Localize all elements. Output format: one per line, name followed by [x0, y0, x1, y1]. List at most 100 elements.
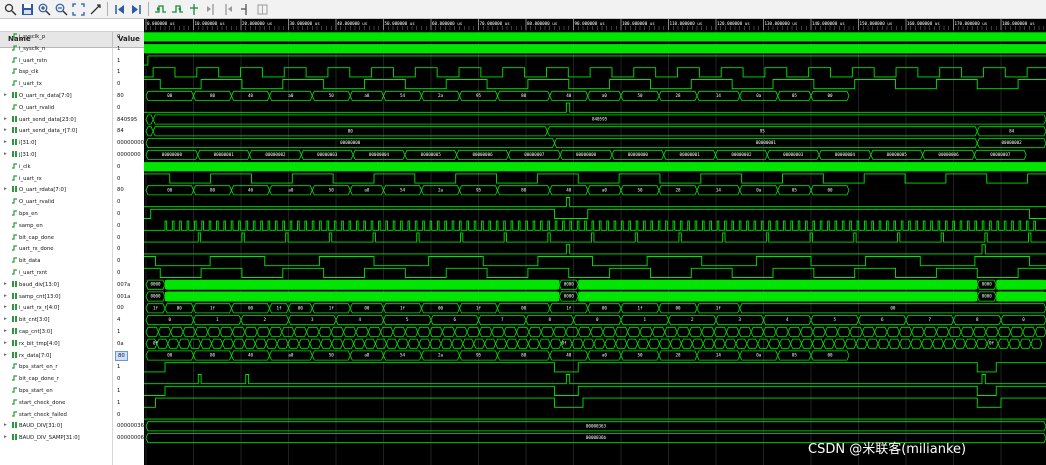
magnifier-icon[interactable]	[2, 2, 18, 17]
bus-segment	[775, 326, 789, 337]
signal-row[interactable]: ▸ i_uart_rx_r[4:0] 00	[0, 302, 144, 314]
expand-arrow-icon[interactable]: ▸	[4, 281, 7, 287]
expand-arrow-icon[interactable]: ▸	[4, 340, 7, 346]
add-marker-icon[interactable]	[186, 2, 202, 17]
signal-solid-bar	[996, 291, 1046, 302]
bus-value-label: 0000	[564, 282, 575, 287]
expand-arrow-icon[interactable]: ▸	[4, 92, 7, 98]
signal-value: 00000036	[117, 423, 144, 430]
signal-row[interactable]: bit_cap_done 0	[0, 232, 144, 244]
expand-arrow-icon[interactable]: ▸	[4, 127, 7, 133]
signal-row[interactable]: ▸ baud_div[13:0] 007a	[0, 279, 144, 291]
bus-segment	[935, 326, 950, 337]
signal-name: O_uart_rvalid	[19, 104, 55, 111]
swap-cursor-icon[interactable]	[237, 2, 253, 17]
bus-value-label: 0000	[150, 282, 161, 287]
bus-value-label: 80	[521, 187, 527, 192]
zoom-out-icon[interactable]	[53, 2, 69, 17]
signal-row[interactable]: ▸ BAUD_DIV_SAMP[31:0] 00000006	[0, 432, 144, 444]
signal-row[interactable]: ▸ cap_cnt[3:0] 1	[0, 326, 144, 338]
signal-row[interactable]: O_uart_rvalid 0	[0, 196, 144, 208]
cursor-icon[interactable]	[87, 2, 103, 17]
expand-arrow-icon[interactable]: ▸	[4, 316, 7, 322]
expand-arrow-icon[interactable]: ▸	[4, 293, 7, 299]
bus-value-label: 00000002	[731, 152, 752, 157]
prev-transition-icon[interactable]	[152, 2, 168, 17]
signal-row[interactable]: ▸ uart_send_data[23:0] 840595	[0, 114, 144, 126]
bus-value-label: 4	[786, 317, 789, 322]
signal-row[interactable]: samp_en 0	[0, 220, 144, 232]
zoom-fit-icon[interactable]	[70, 2, 86, 17]
snap-icon[interactable]	[254, 2, 270, 17]
waveform-canvas[interactable]: 0.000000 us 10.000000 us 20.000000 us 30.00…	[144, 19, 1046, 465]
bus-segment	[353, 338, 365, 349]
signal-row[interactable]: ▸ uart_send_data_r[7:0] 84	[0, 125, 144, 137]
bus-segment	[910, 338, 923, 349]
signal-row[interactable]: bit_data 0	[0, 255, 144, 267]
signal-row[interactable]: i_uart_rx 0	[0, 173, 144, 185]
signal-row[interactable]: i_uart_tx 0	[0, 78, 144, 90]
expand-arrow-icon[interactable]: ▸	[4, 139, 7, 145]
go-to-end-icon[interactable]	[128, 2, 144, 17]
signal-row[interactable]: i_uart_rxnt 0	[0, 267, 144, 279]
signal-row[interactable]: ▸ O_uart_rx_data[7:0] 80	[0, 90, 144, 102]
bus-segment	[429, 338, 442, 349]
signal-name: bit_data	[19, 258, 41, 265]
next-marker-icon[interactable]	[220, 2, 236, 17]
signal-value: 0	[117, 222, 121, 229]
bus-segment	[440, 338, 453, 349]
bus-segment	[145, 326, 159, 337]
bus-value-label: 2a	[438, 353, 444, 358]
bus-value-label: 50	[329, 187, 335, 192]
signal-row[interactable]: i_clk 0	[0, 161, 144, 173]
signal-row[interactable]: ▸ i[31:0] 00000000	[0, 137, 144, 149]
signal-row[interactable]: i_sysclk_n 1	[0, 43, 144, 55]
save-icon[interactable]	[19, 2, 35, 17]
bus-segment	[207, 326, 221, 337]
bit-signal-icon	[12, 45, 17, 51]
bit-signal-icon	[12, 410, 17, 417]
signal-row[interactable]: start_check_done 1	[0, 397, 144, 409]
signal-row[interactable]: i_sysclk_p 0	[0, 31, 144, 43]
signal-row[interactable]: bit_cap_done_r 0	[0, 373, 144, 385]
next-transition-icon[interactable]	[169, 2, 185, 17]
bus-value-label: 8	[548, 317, 551, 322]
bus-value-label: 1f	[153, 305, 159, 310]
expand-arrow-icon[interactable]: ▸	[4, 434, 7, 440]
signal-row[interactable]: ▸ j[31:0] 0000000	[0, 149, 144, 161]
signal-row[interactable]: i_uart_rstn 1	[0, 55, 144, 67]
signal-row[interactable]: start_check_failed 0	[0, 409, 144, 421]
signal-row[interactable]: bsp_clk 1	[0, 66, 144, 78]
expand-arrow-icon[interactable]: ▸	[4, 186, 7, 192]
signal-row[interactable]: bps_start_en_r 1	[0, 361, 144, 373]
signal-row[interactable]: ▸ rx_bit_tmp[4:0] 0a	[0, 338, 144, 350]
zoom-in-icon[interactable]	[36, 2, 52, 17]
signal-row[interactable]: O_uart_rvalid 0	[0, 102, 144, 114]
prev-marker-icon[interactable]	[203, 2, 219, 17]
bus-segment	[194, 326, 209, 337]
expand-arrow-icon[interactable]: ▸	[4, 151, 7, 157]
bus-segment	[244, 326, 258, 337]
signal-row[interactable]: ▸ O_uart_rdata[7:0] 80	[0, 184, 144, 196]
signal-row[interactable]: bps_en 0	[0, 208, 144, 220]
expand-arrow-icon[interactable]: ▸	[4, 328, 7, 334]
signal-row[interactable]: ▸ BAUD_DIV[31:0] 00000036	[0, 420, 144, 432]
bus-value-label: 0f	[561, 341, 567, 346]
signal-row[interactable]: uart_rx_done 0	[0, 243, 144, 255]
signal-row[interactable]: bps_start_en 1	[0, 385, 144, 397]
signal-row[interactable]: ▸ rx_data[7:0] 80	[0, 350, 144, 362]
go-to-start-icon[interactable]	[111, 2, 127, 17]
ruler-label: 170.000000 us	[955, 21, 988, 26]
bus-value-label: 1	[216, 317, 219, 322]
bus-value-label: 6	[453, 317, 456, 322]
expand-arrow-icon[interactable]: ▸	[4, 304, 7, 310]
signal-row[interactable]: ▸ samp_cnt[13:0] 001a	[0, 291, 144, 303]
bus-signal-icon	[12, 127, 17, 134]
expand-arrow-icon[interactable]: ▸	[4, 422, 7, 428]
bus-value-label: 95	[476, 353, 482, 358]
bus-segment	[888, 338, 901, 349]
bus-value-label: a0	[602, 353, 608, 358]
expand-arrow-icon[interactable]: ▸	[4, 352, 7, 358]
signal-row[interactable]: ▸ bit_cnt[3:0] 4	[0, 314, 144, 326]
expand-arrow-icon[interactable]: ▸	[4, 116, 7, 122]
